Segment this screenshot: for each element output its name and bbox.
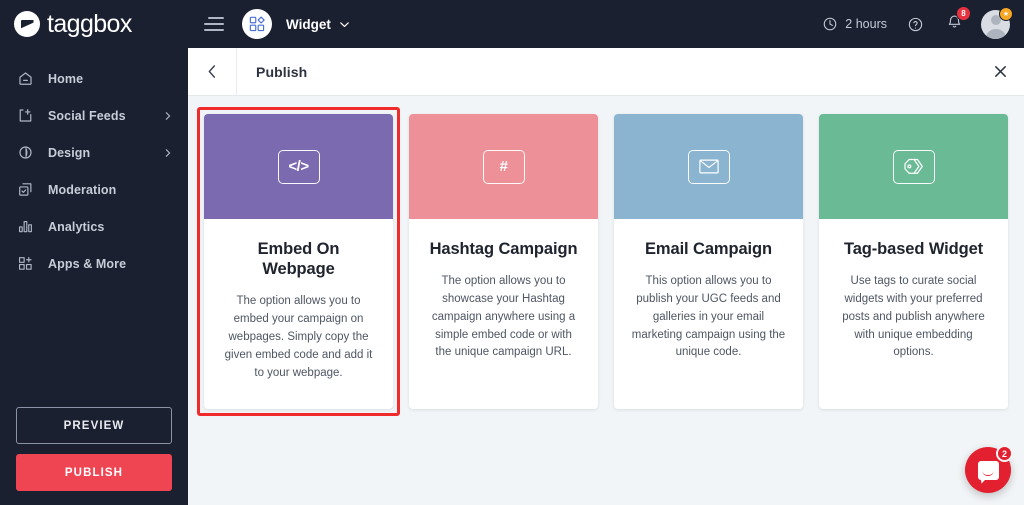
clock-icon xyxy=(824,17,837,31)
sidebar-item-apps-more[interactable]: Apps & More xyxy=(0,245,188,282)
chevron-down-icon[interactable] xyxy=(339,19,350,30)
price-tag-icon xyxy=(892,149,935,184)
card-body: Email Campaign This option allows you to… xyxy=(614,219,803,362)
publish-options-grid: </> Embed On Webpage The option allows y… xyxy=(197,107,1008,416)
droplet-icon xyxy=(19,146,32,159)
apps-grid-add-icon xyxy=(18,256,32,270)
sidebar-item-label: Social Feeds xyxy=(48,108,126,123)
publish-option-tag-based-widget-slot: Tag-based Widget Use tags to curate soci… xyxy=(819,114,1008,416)
card-icon-glyph: # xyxy=(499,158,508,175)
main-area: Widget 2 hours 8 ★ Publish </> Embed On … xyxy=(188,0,1024,505)
sidebar-item-design[interactable]: Design xyxy=(0,134,188,171)
close-icon xyxy=(994,66,1006,77)
chevron-right-icon xyxy=(165,111,171,120)
app-root: taggbox Home Social Feeds Design Moderat… xyxy=(0,0,1024,505)
card-icon-glyph: </> xyxy=(288,158,309,175)
card-description: This option allows you to publish your U… xyxy=(631,275,786,359)
sidebar-item-moderation[interactable]: Moderation xyxy=(0,171,188,208)
hashtag-icon: # xyxy=(482,149,525,184)
card-hero: </> xyxy=(204,114,393,219)
sidebar-nav: Home Social Feeds Design Moderation Anal… xyxy=(0,60,188,282)
moderation-check-icon xyxy=(19,183,32,196)
sidebar: taggbox Home Social Feeds Design Moderat… xyxy=(0,0,188,505)
sidebar-item-label: Home xyxy=(48,71,84,86)
sidebar-item-analytics[interactable]: Analytics xyxy=(0,208,188,245)
sidebar-item-social-feeds[interactable]: Social Feeds xyxy=(0,97,188,134)
card-body: Hashtag Campaign The option allows you t… xyxy=(409,219,598,362)
sidebar-item-label: Design xyxy=(48,145,91,160)
feed-add-icon xyxy=(19,109,32,122)
notifications-button[interactable]: 8 xyxy=(946,6,971,35)
bar-chart-icon xyxy=(18,220,32,233)
close-button[interactable] xyxy=(976,48,1024,96)
back-button[interactable] xyxy=(188,48,236,96)
card-title: Embed On Webpage xyxy=(257,240,340,279)
chat-unread-badge: 2 xyxy=(996,445,1013,462)
card-hero: # xyxy=(409,114,598,219)
chat-bubble-icon xyxy=(977,460,999,480)
card-body: Tag-based Widget Use tags to curate soci… xyxy=(819,219,1008,362)
card-description: Use tags to curate social widgets with y… xyxy=(842,275,985,359)
card-hero xyxy=(819,114,1008,219)
sidebar-item-home[interactable]: Home xyxy=(0,60,188,97)
publish-option-email-campaign[interactable]: Email Campaign This option allows you to… xyxy=(614,114,803,409)
brand-name: taggbox xyxy=(47,9,132,38)
topbar: Widget 2 hours 8 ★ xyxy=(188,0,1024,48)
preview-button[interactable]: PREVIEW xyxy=(16,407,172,444)
card-title: Hashtag Campaign xyxy=(429,240,578,258)
envelope-icon xyxy=(687,149,730,184)
publish-option-tag-based-widget[interactable]: Tag-based Widget Use tags to curate soci… xyxy=(819,114,1008,409)
star-badge-icon: ★ xyxy=(999,6,1013,21)
widget-shapes-icon[interactable] xyxy=(242,9,272,39)
publish-option-embed-on-webpage-slot: </> Embed On Webpage The option allows y… xyxy=(197,107,400,416)
publish-option-hashtag-campaign-slot: # Hashtag Campaign The option allows you… xyxy=(409,114,598,416)
sidebar-actions: PREVIEW PUBLISH xyxy=(16,407,172,491)
chat-launcher-button[interactable]: 2 xyxy=(965,445,1013,493)
hamburger-menu-icon[interactable] xyxy=(204,17,224,31)
brand-logo[interactable]: taggbox xyxy=(0,0,188,48)
sidebar-item-label: Analytics xyxy=(48,219,105,234)
card-title: Tag-based Widget xyxy=(843,240,984,258)
page-title: Publish xyxy=(256,63,308,80)
widget-selector-label[interactable]: Widget xyxy=(286,17,331,32)
code-brackets-icon: </> xyxy=(277,149,320,184)
sidebar-item-label: Apps & More xyxy=(48,256,127,271)
header-divider xyxy=(236,47,237,96)
chevron-right-icon xyxy=(165,148,171,157)
user-menu[interactable]: ★ xyxy=(981,6,1013,39)
card-description: The option allows you to embed your camp… xyxy=(224,295,373,379)
publish-option-hashtag-campaign[interactable]: # Hashtag Campaign The option allows you… xyxy=(409,114,598,409)
card-body: Embed On Webpage The option allows you t… xyxy=(204,219,393,382)
publish-option-email-campaign-slot: Email Campaign This option allows you to… xyxy=(614,114,803,416)
notification-count-badge: 8 xyxy=(956,6,971,21)
home-icon xyxy=(19,72,32,85)
publish-option-embed-on-webpage[interactable]: </> Embed On Webpage The option allows y… xyxy=(204,114,393,409)
chat-smile xyxy=(982,471,994,476)
trial-time-remaining[interactable]: 2 hours xyxy=(822,16,887,32)
help-circle-icon[interactable] xyxy=(907,16,924,33)
time-remaining-label: 2 hours xyxy=(845,17,887,31)
card-hero xyxy=(614,114,803,219)
sidebar-item-label: Moderation xyxy=(48,182,117,197)
page-header: Publish xyxy=(188,47,1024,96)
chevron-left-icon xyxy=(208,65,215,78)
card-description: The option allows you to showcase your H… xyxy=(431,275,576,359)
taggbox-logo-icon xyxy=(14,11,40,37)
publish-button[interactable]: PUBLISH xyxy=(16,454,172,491)
card-title: Email Campaign xyxy=(645,240,772,258)
topbar-right: 2 hours 8 ★ xyxy=(822,6,1013,39)
publish-options-content: </> Embed On Webpage The option allows y… xyxy=(188,96,1024,505)
